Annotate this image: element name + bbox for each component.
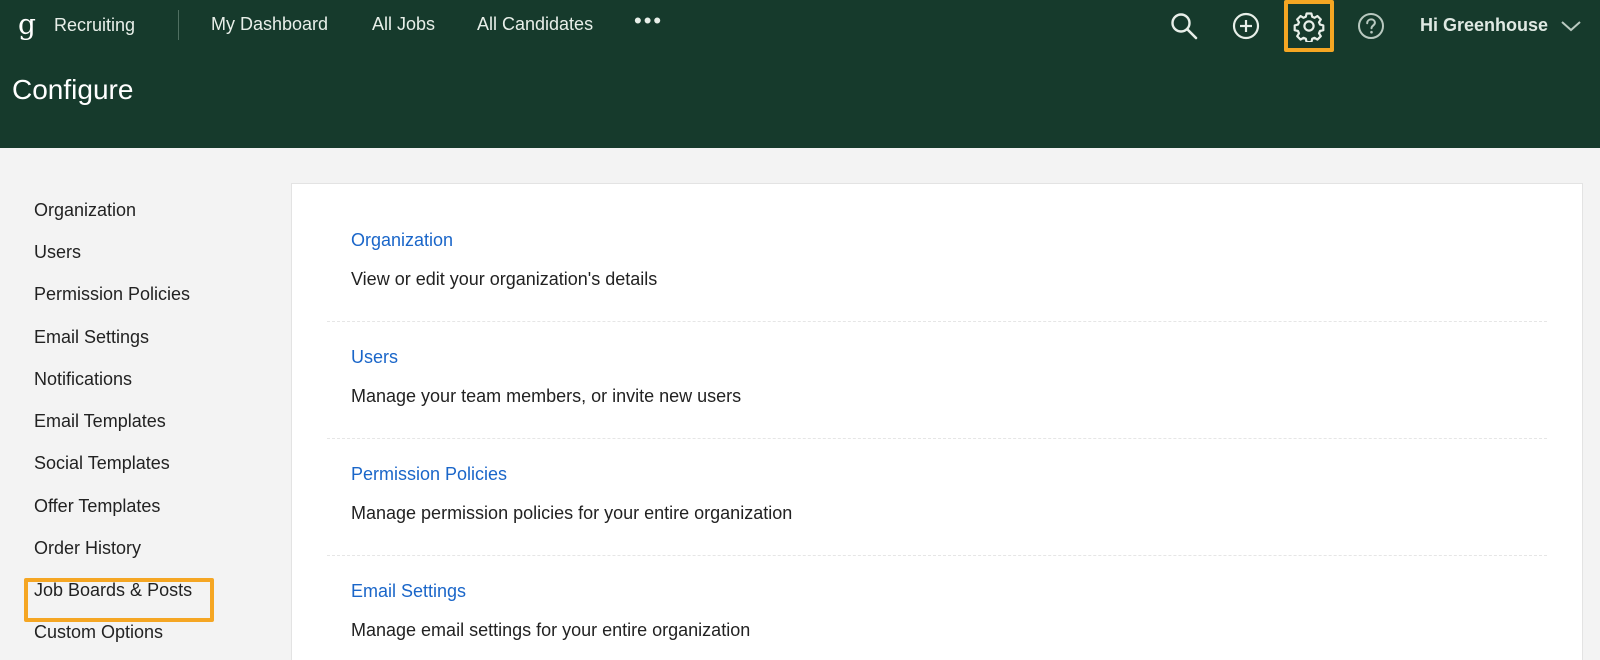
section-description: View or edit your organization's details (351, 269, 658, 289)
section-description: Manage your team members, or invite new … (351, 386, 742, 406)
help-button[interactable] (1353, 8, 1389, 44)
section-link-permission-policies[interactable]: Permission Policies (351, 464, 507, 485)
section-permission-policies: Permission Policies Manage permission po… (292, 422, 1582, 556)
sidebar-item-offer-templates[interactable]: Offer Templates (34, 496, 160, 517)
sidebar-item-email-templates[interactable]: Email Templates (34, 411, 166, 432)
nav-divider (178, 10, 179, 40)
greenhouse-logo-icon: g (18, 8, 36, 41)
nav-all-candidates[interactable]: All Candidates (477, 14, 593, 35)
page-title: Configure (12, 74, 134, 105)
help-icon (1358, 13, 1384, 39)
nav-my-dashboard[interactable]: My Dashboard (211, 14, 328, 35)
configure-panel: Organization View or edit your organizat… (291, 183, 1583, 660)
sidebar-item-social-templates[interactable]: Social Templates (34, 453, 170, 474)
brand[interactable]: g Recruiting (16, 10, 135, 40)
sidebar-item-users[interactable]: Users (34, 242, 81, 263)
sidebar-item-custom-options[interactable]: Custom Options (34, 622, 163, 643)
job-boards-highlight-box (24, 578, 214, 622)
sidebar-item-permission-policies[interactable]: Permission Policies (34, 284, 190, 305)
sidebar-item-notifications[interactable]: Notifications (34, 369, 132, 390)
search-button[interactable] (1166, 8, 1202, 44)
app-header: g Recruiting My Dashboard All Jobs All C… (0, 0, 1600, 148)
top-navigation-bar: g Recruiting My Dashboard All Jobs All C… (0, 0, 1600, 52)
gear-icon (1293, 12, 1325, 42)
sidebar-item-email-settings[interactable]: Email Settings (34, 327, 149, 348)
section-description: Manage email settings for your entire or… (351, 620, 751, 640)
add-circle-icon (1232, 12, 1260, 40)
brand-name: Recruiting (54, 14, 136, 35)
section-link-organization[interactable]: Organization (351, 230, 453, 251)
section-description: Manage permission policies for your enti… (351, 503, 793, 523)
user-menu[interactable]: Hi Greenhouse (1420, 15, 1582, 36)
section-link-email-settings[interactable]: Email Settings (351, 581, 466, 602)
settings-button[interactable] (1291, 8, 1327, 44)
section-organization: Organization View or edit your organizat… (292, 184, 1582, 322)
sidebar-item-organization[interactable]: Organization (34, 200, 136, 221)
search-icon (1171, 13, 1198, 40)
more-menu-icon[interactable]: ••• (634, 8, 663, 34)
add-button[interactable] (1228, 8, 1264, 44)
chevron-down-icon (1561, 20, 1581, 31)
section-link-users[interactable]: Users (351, 347, 398, 368)
sidebar-item-order-history[interactable]: Order History (34, 538, 141, 559)
section-users: Users Manage your team members, or invit… (292, 303, 1582, 439)
user-greeting: Hi Greenhouse (1420, 15, 1549, 35)
nav-all-jobs[interactable]: All Jobs (372, 14, 435, 35)
section-email-settings: Email Settings Manage email settings for… (292, 541, 1582, 660)
